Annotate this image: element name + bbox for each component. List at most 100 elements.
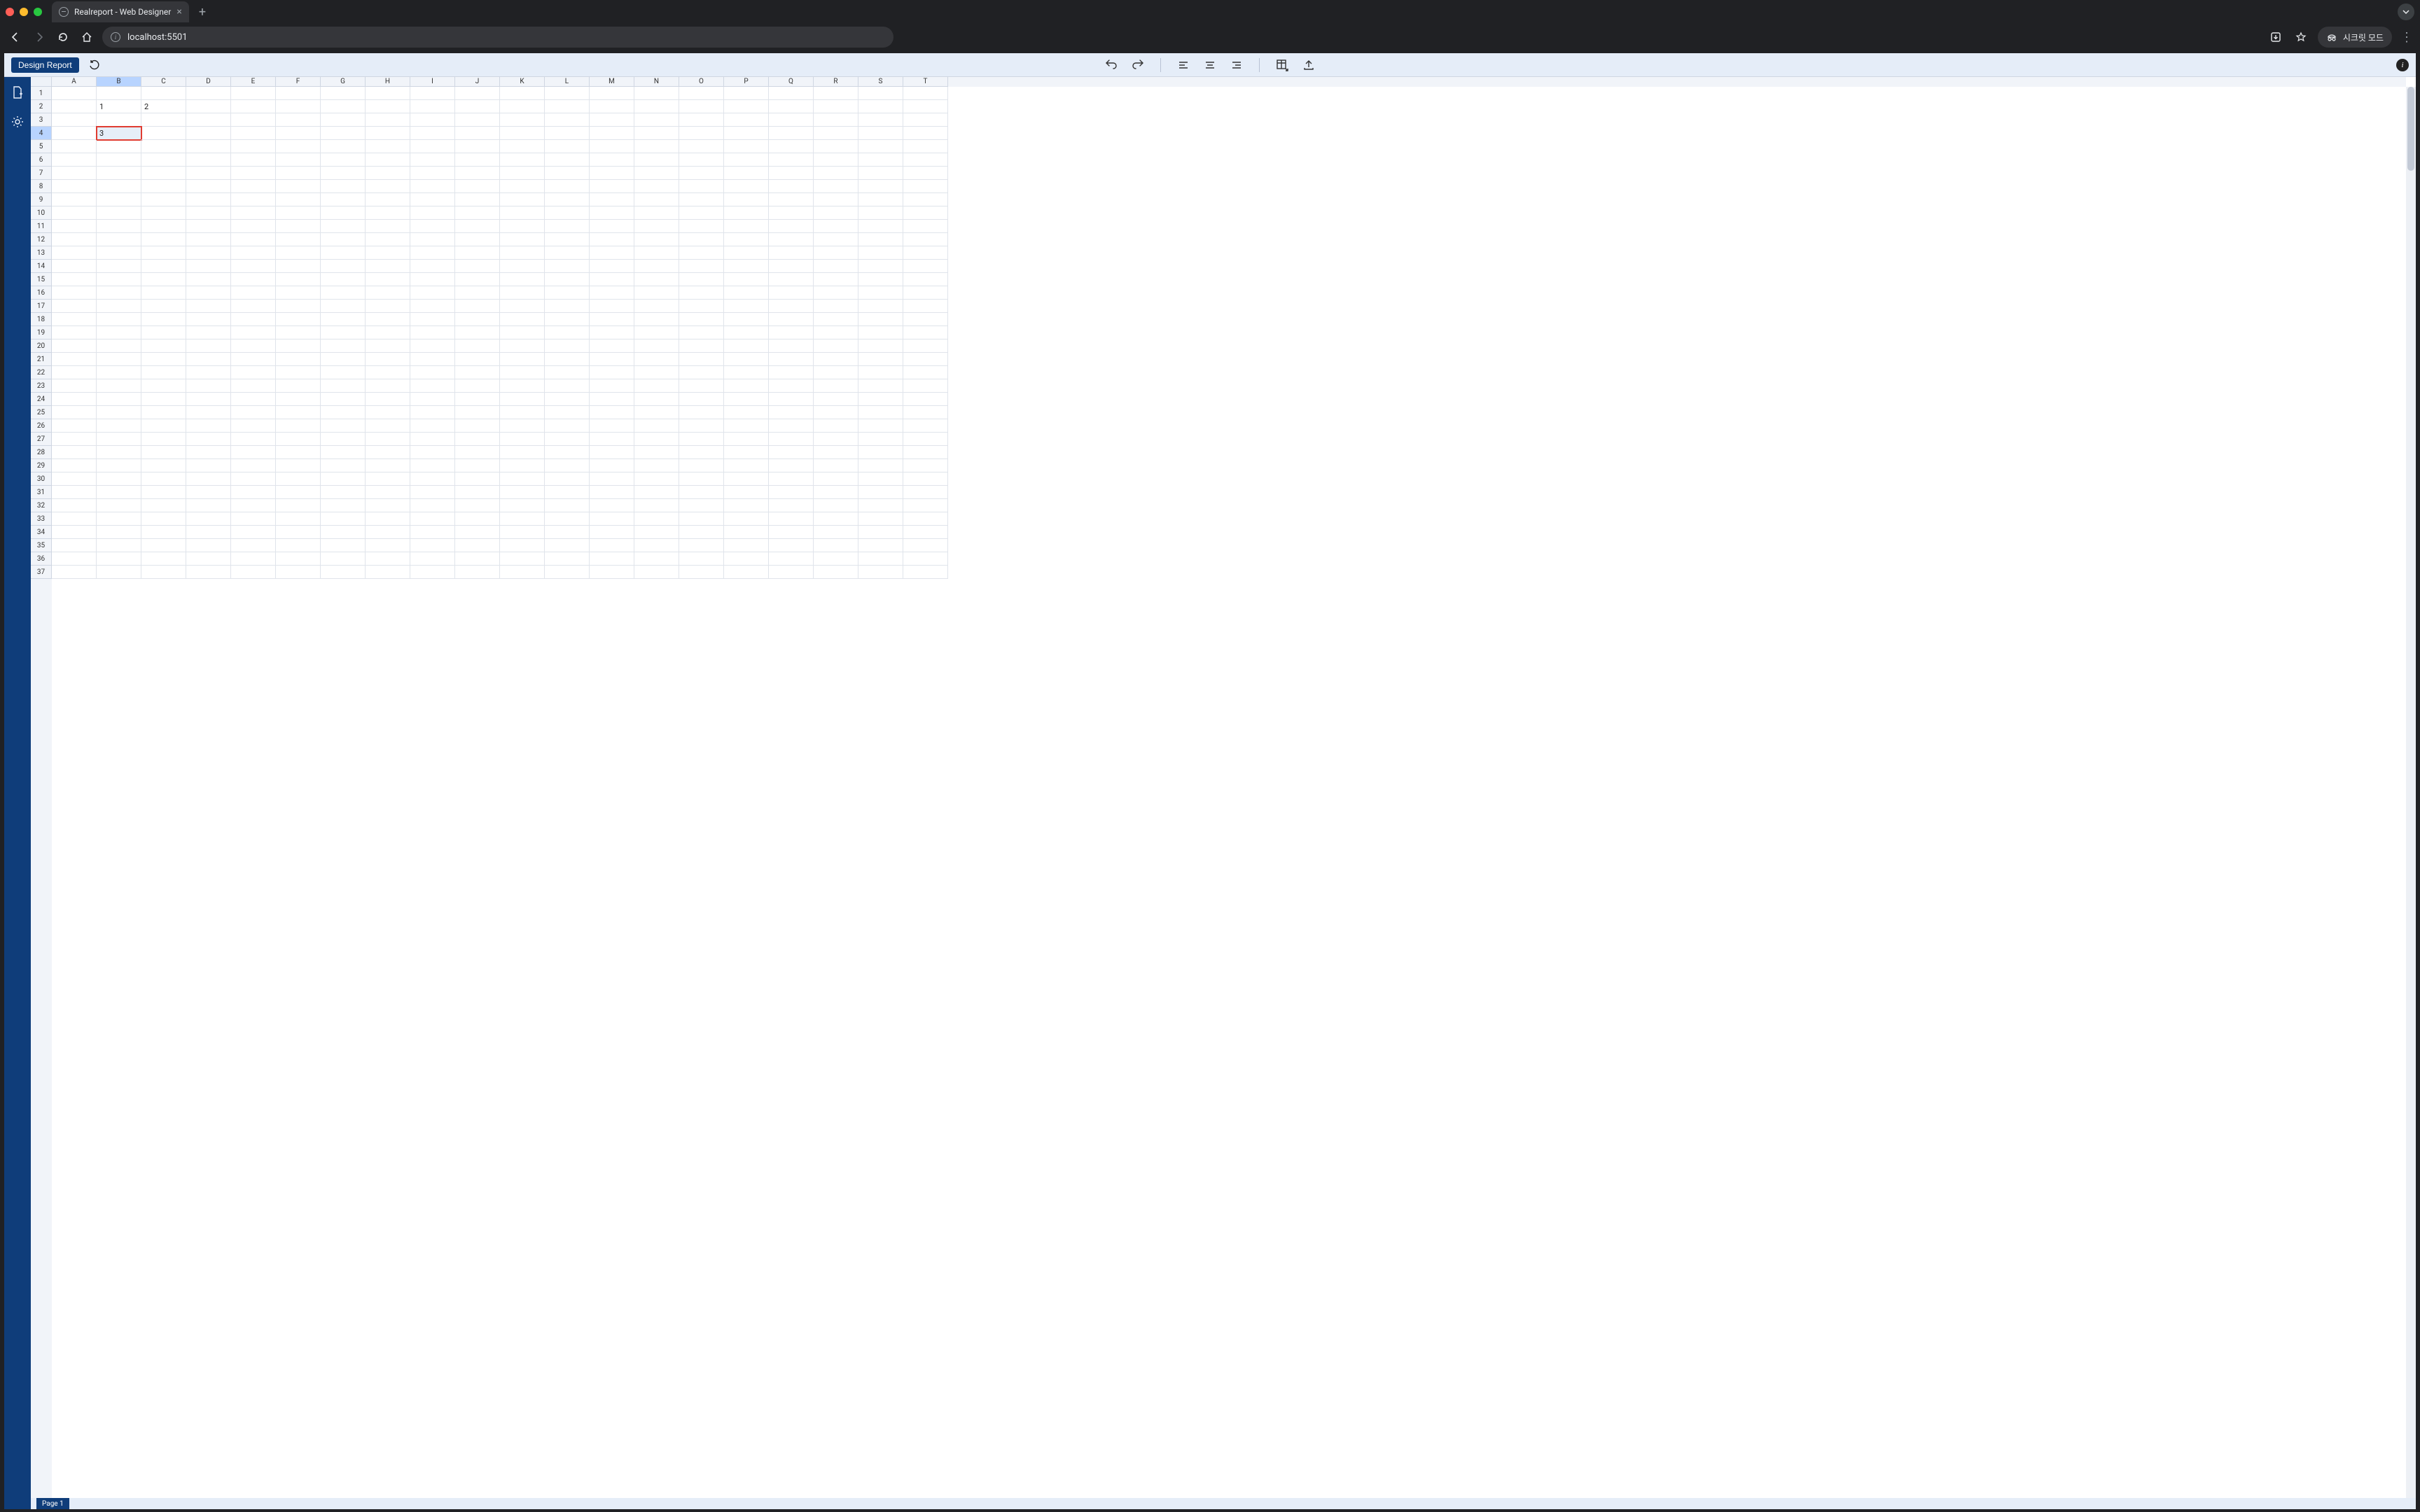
align-left-button[interactable]	[1175, 57, 1192, 74]
row-header[interactable]: 12	[31, 233, 52, 246]
cell[interactable]	[52, 313, 97, 326]
cell[interactable]	[634, 446, 679, 459]
cell[interactable]	[276, 353, 321, 366]
cell[interactable]	[724, 167, 769, 180]
cell[interactable]	[97, 233, 141, 246]
cell[interactable]	[410, 379, 455, 393]
cell[interactable]	[500, 313, 545, 326]
cell[interactable]	[186, 526, 231, 539]
cell[interactable]	[634, 353, 679, 366]
cell[interactable]	[141, 153, 186, 167]
cell[interactable]	[858, 100, 903, 113]
cell[interactable]	[366, 167, 410, 180]
cell[interactable]	[500, 100, 545, 113]
cell[interactable]	[141, 233, 186, 246]
cell[interactable]	[590, 472, 634, 486]
cell[interactable]	[141, 220, 186, 233]
cell[interactable]	[769, 393, 814, 406]
cell[interactable]	[366, 286, 410, 300]
cell[interactable]	[186, 326, 231, 340]
cell[interactable]	[455, 526, 500, 539]
column-header[interactable]: B	[97, 77, 141, 87]
row-header[interactable]: 33	[31, 512, 52, 526]
cell[interactable]	[545, 499, 590, 512]
cell[interactable]	[231, 193, 276, 206]
cell[interactable]	[590, 526, 634, 539]
page-tab[interactable]: Page 1	[36, 1498, 69, 1509]
column-header[interactable]: Q	[769, 77, 814, 87]
cell[interactable]	[366, 273, 410, 286]
row-header[interactable]: 36	[31, 552, 52, 566]
cell[interactable]	[52, 486, 97, 499]
home-button[interactable]	[78, 29, 95, 46]
cell[interactable]	[545, 366, 590, 379]
column-header[interactable]: G	[321, 77, 366, 87]
cell[interactable]	[231, 512, 276, 526]
cell[interactable]	[634, 539, 679, 552]
row-header[interactable]: 28	[31, 446, 52, 459]
cell[interactable]	[52, 326, 97, 340]
cell[interactable]	[903, 526, 948, 539]
column-header[interactable]: S	[858, 77, 903, 87]
cell[interactable]	[545, 526, 590, 539]
cell[interactable]	[231, 353, 276, 366]
cell[interactable]	[276, 472, 321, 486]
cell[interactable]	[634, 180, 679, 193]
cell[interactable]	[903, 206, 948, 220]
cell[interactable]	[276, 566, 321, 579]
cell[interactable]	[321, 326, 366, 340]
cell[interactable]	[903, 326, 948, 340]
cell[interactable]	[52, 353, 97, 366]
cell[interactable]	[724, 366, 769, 379]
cell[interactable]	[590, 433, 634, 446]
cell[interactable]	[590, 180, 634, 193]
cell[interactable]	[321, 246, 366, 260]
cell[interactable]	[634, 406, 679, 419]
cell[interactable]	[97, 433, 141, 446]
cell[interactable]	[590, 300, 634, 313]
cell[interactable]	[679, 273, 724, 286]
cell[interactable]	[276, 113, 321, 127]
cell[interactable]	[186, 433, 231, 446]
cell[interactable]	[814, 446, 858, 459]
cell[interactable]	[455, 206, 500, 220]
cell[interactable]	[500, 260, 545, 273]
cell[interactable]	[231, 472, 276, 486]
cell[interactable]	[769, 419, 814, 433]
scrollbar-thumb[interactable]	[2407, 87, 2414, 171]
cell[interactable]	[858, 260, 903, 273]
cell[interactable]	[52, 87, 97, 100]
cell[interactable]	[141, 446, 186, 459]
cell[interactable]	[769, 167, 814, 180]
cell[interactable]	[52, 113, 97, 127]
row-header[interactable]: 25	[31, 406, 52, 419]
cell[interactable]	[141, 353, 186, 366]
cell[interactable]	[769, 526, 814, 539]
column-header[interactable]: P	[724, 77, 769, 87]
cell[interactable]	[858, 127, 903, 140]
cell[interactable]	[590, 393, 634, 406]
cell[interactable]	[410, 206, 455, 220]
cell[interactable]	[590, 552, 634, 566]
cell[interactable]	[186, 340, 231, 353]
cell[interactable]	[366, 87, 410, 100]
cell[interactable]	[545, 260, 590, 273]
cell[interactable]	[590, 140, 634, 153]
cell[interactable]	[366, 153, 410, 167]
cell[interactable]	[858, 366, 903, 379]
cell[interactable]	[545, 153, 590, 167]
row-header[interactable]: 5	[31, 140, 52, 153]
cell[interactable]	[500, 193, 545, 206]
cell[interactable]	[814, 313, 858, 326]
cell[interactable]	[769, 87, 814, 100]
cell[interactable]	[321, 459, 366, 472]
cell[interactable]	[500, 366, 545, 379]
cell[interactable]	[366, 127, 410, 140]
cell[interactable]	[769, 433, 814, 446]
cell[interactable]	[545, 206, 590, 220]
cell[interactable]	[231, 379, 276, 393]
cell[interactable]	[903, 153, 948, 167]
column-header[interactable]: O	[679, 77, 724, 87]
cell[interactable]	[679, 393, 724, 406]
cell[interactable]	[231, 233, 276, 246]
